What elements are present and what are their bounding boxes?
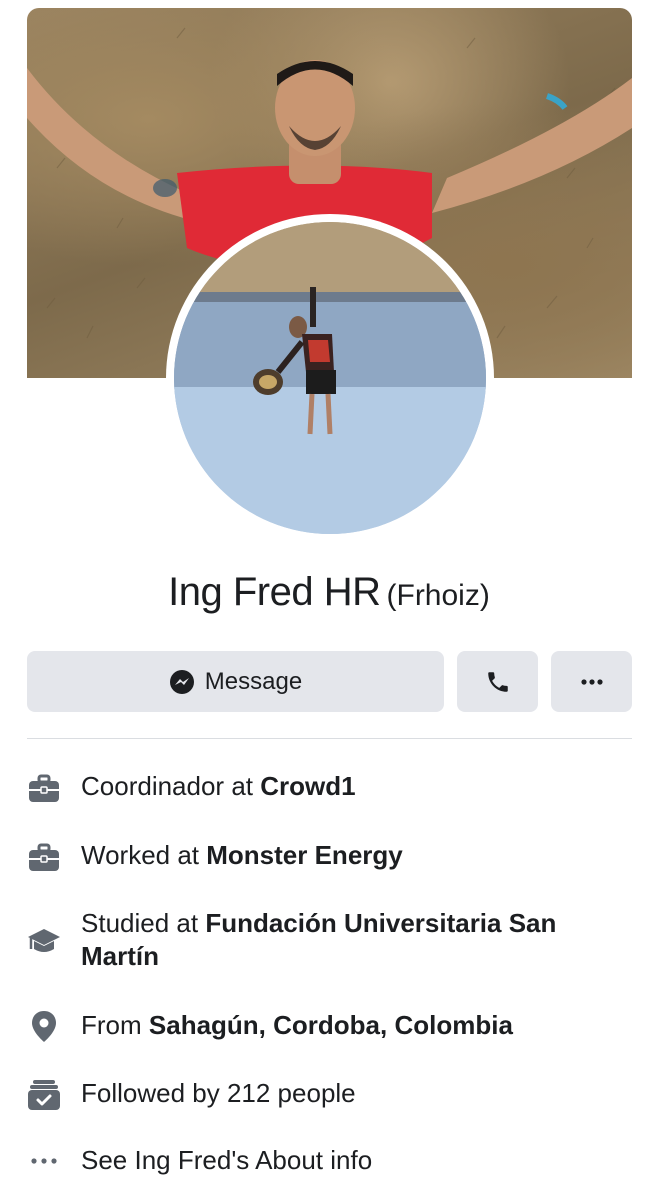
phone-icon: [487, 671, 508, 692]
profile-picture-image: [174, 222, 486, 534]
followers-icon: [28, 1080, 60, 1110]
message-button-label: Message: [204, 667, 303, 695]
about-item-text: Worked at Monster Energy: [81, 840, 403, 870]
call-button[interactable]: [457, 651, 538, 712]
more-dots-icon: [31, 1158, 57, 1164]
location-pin-icon: [32, 1011, 56, 1042]
profile-name-row: Ing Fred HR (Frhoiz): [0, 570, 658, 615]
briefcase-icon: [29, 843, 59, 871]
message-button[interactable]: Message: [27, 651, 444, 712]
about-item-text: See Ing Fred's About info: [81, 1145, 373, 1175]
graduation-cap-icon: [28, 929, 60, 952]
profile-picture[interactable]: [174, 222, 486, 534]
more-dots-icon: [580, 678, 603, 685]
profile-alternate-name: (Frhoiz): [386, 579, 490, 612]
section-divider: [27, 738, 632, 739]
profile-name: Ing Fred HR: [168, 570, 381, 614]
about-item-text: From Sahagún, Cordoba, Colombia: [81, 1010, 513, 1040]
briefcase-icon: [29, 774, 59, 802]
about-item-text: Studied at Fundación Universitaria San M…: [81, 908, 557, 971]
about-item-text: Followed by 212 people: [81, 1078, 356, 1108]
more-options-button[interactable]: [551, 651, 632, 712]
about-item-text: Coordinador at Crowd1: [81, 771, 356, 801]
messenger-icon: [169, 669, 194, 694]
